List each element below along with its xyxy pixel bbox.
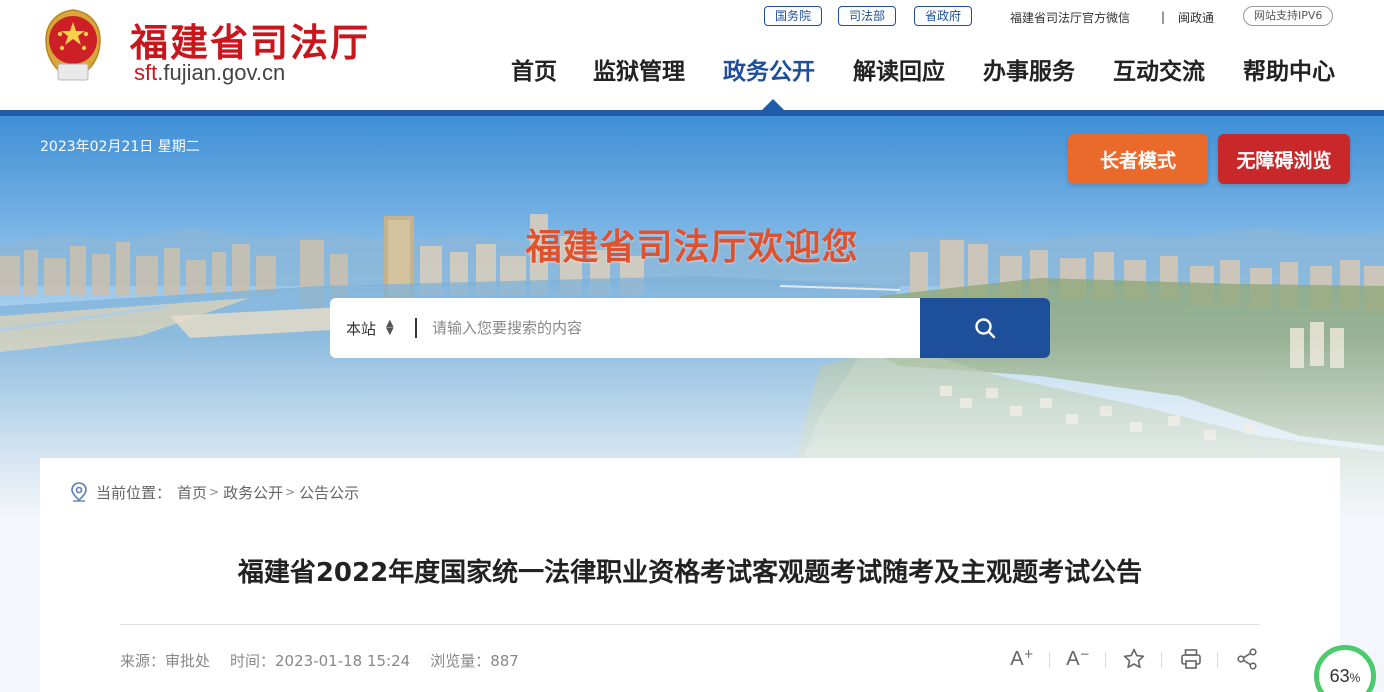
breadcrumb-separator: > xyxy=(285,485,296,499)
font-decrease-icon[interactable]: A − xyxy=(1064,646,1092,672)
progress-value: 63 xyxy=(1329,666,1350,686)
top-separator: | xyxy=(1161,10,1166,24)
breadcrumb-public-affairs[interactable]: 政务公开 xyxy=(223,482,283,503)
nav-item-interpretation[interactable]: 解读回应 xyxy=(853,52,945,86)
favorite-star-icon xyxy=(1123,648,1145,669)
breadcrumb-prefix: 当前位置： xyxy=(96,483,172,502)
share-nodes-icon xyxy=(1237,648,1257,670)
tool-divider xyxy=(1105,652,1106,668)
article-views: 浏览量：887 xyxy=(430,652,519,670)
share-icon[interactable] xyxy=(1233,646,1261,672)
breadcrumb-announcements[interactable]: 公告公示 xyxy=(299,482,359,503)
nav-item-services[interactable]: 办事服务 xyxy=(983,52,1075,86)
title-divider xyxy=(120,624,1260,625)
current-date: 2023年02月21日 星期二 xyxy=(40,139,200,155)
search-scope-select[interactable]: 本站 ▲ ▼ xyxy=(330,298,415,358)
article-meta: 来源：审批处 时间：2023-01-18 15:24 浏览量：887 xyxy=(120,650,519,671)
main-nav: 首页 监狱管理 政务公开 解读回应 办事服务 互动交流 帮助中心 xyxy=(0,52,1384,92)
search-scope-label: 本站 xyxy=(346,319,377,338)
search-icon xyxy=(975,318,996,339)
tool-divider xyxy=(1217,652,1218,668)
location-icon xyxy=(71,482,87,502)
breadcrumb: 当前位置： 首页 > 政务公开 > 公告公示 xyxy=(70,482,359,502)
search-bar: 本站 ▲ ▼ xyxy=(330,298,1050,358)
site-header: 福建省司法厅 sft.fujian.gov.cn 国务院 司法部 省政府 福建省… xyxy=(0,0,1384,110)
link-sifabu[interactable]: 司法部 xyxy=(838,6,897,26)
page-progress-indicator[interactable]: 63% xyxy=(1314,645,1376,692)
article-time: 时间：2023-01-18 15:24 xyxy=(230,652,411,670)
link-guowuyuan[interactable]: 国务院 xyxy=(764,6,823,26)
updown-arrow-icon: ▲ ▼ xyxy=(386,318,394,337)
breadcrumb-home[interactable]: 首页 xyxy=(177,482,207,503)
progress-unit: % xyxy=(1349,671,1361,685)
search-button[interactable] xyxy=(920,298,1050,358)
nav-item-interaction[interactable]: 互动交流 xyxy=(1113,52,1205,86)
search-input[interactable] xyxy=(417,298,920,358)
font-increase-icon[interactable]: A + xyxy=(1008,646,1036,672)
nav-item-help[interactable]: 帮助中心 xyxy=(1243,52,1335,86)
printer-icon xyxy=(1181,649,1201,669)
accessible-browse-button[interactable]: 无障碍浏览 xyxy=(1218,134,1350,184)
article-title: 福建省2022年度国家统一法律职业资格考试客观题考试随考及主观题考试公告 xyxy=(237,558,1143,588)
breadcrumb-separator: > xyxy=(209,485,220,499)
welcome-heading: 福建省司法厅欢迎您 xyxy=(525,227,859,268)
article-source: 来源：审批处 xyxy=(120,652,211,670)
nav-item-public-affairs[interactable]: 政务公开 xyxy=(723,52,815,86)
link-shengzhengfu[interactable]: 省政府 xyxy=(914,6,973,26)
nav-item-home[interactable]: 首页 xyxy=(511,52,557,86)
elder-mode-button[interactable]: 长者模式 xyxy=(1068,134,1208,184)
tool-divider xyxy=(1049,652,1050,668)
nav-item-prison[interactable]: 监狱管理 xyxy=(593,52,685,86)
ipv6-badge: 网站支持IPV6 xyxy=(1243,6,1334,26)
link-wechat[interactable]: 福建省司法厅官方微信 xyxy=(1010,6,1130,28)
link-minzhengtong[interactable]: 闽政通 xyxy=(1178,6,1214,28)
print-icon[interactable] xyxy=(1177,646,1205,672)
tool-divider xyxy=(1161,652,1162,668)
star-icon[interactable] xyxy=(1120,646,1148,672)
